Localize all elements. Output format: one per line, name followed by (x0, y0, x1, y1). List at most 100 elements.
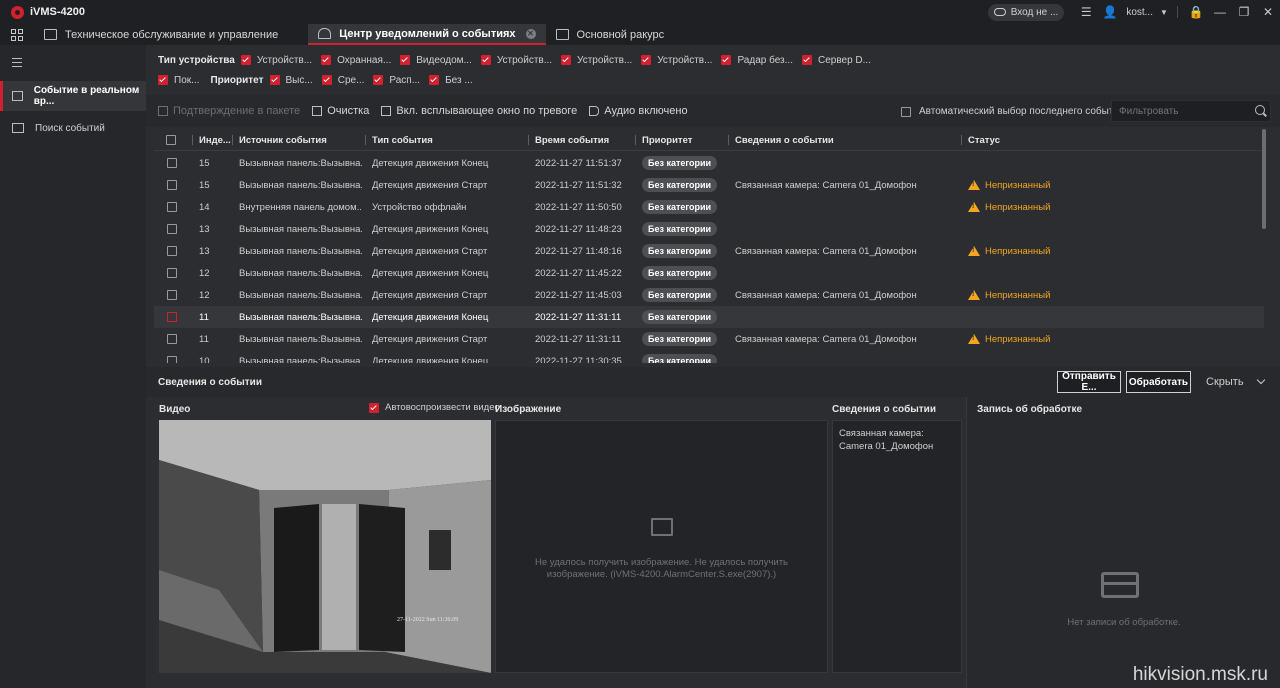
table-row[interactable]: 11 Вызывная панель:Вызывна... Детекция дви… (154, 306, 1264, 328)
column-header-status[interactable]: Статус (961, 129, 1000, 151)
minimize-icon[interactable]: — (1208, 0, 1232, 24)
device-type-checkbox[interactable]: Устройств... (480, 55, 552, 66)
table-row[interactable]: 13 Вызывная панель:Вызывна... Детекция дви… (154, 240, 1264, 262)
status-unacknowledged: Непризнанный (968, 202, 1050, 213)
search-icon[interactable] (1255, 105, 1265, 115)
column-header-index[interactable]: Инде... (192, 129, 231, 151)
user-name[interactable]: kost... (1126, 7, 1153, 18)
event-details-header: Сведения о событии Отправить E... Обрабо… (146, 367, 1280, 397)
cell-index: 12 (199, 267, 210, 279)
cell-time: 2022-11-27 11:50:50 (535, 201, 622, 213)
sidebar-item-realtime-event[interactable]: Событие в реальном вр... (0, 81, 146, 111)
device-type-checkbox[interactable]: Устройств... (240, 55, 312, 66)
menu-icon[interactable] (12, 58, 22, 70)
row-checkbox[interactable] (167, 158, 177, 168)
table-row[interactable]: 15 Вызывная панель:Вызывна... Детекция дви… (154, 152, 1264, 174)
camera-frame: 27-11-2022 Sun 11:36:09 (159, 420, 491, 673)
device-type-checkbox[interactable]: Охранная... (321, 55, 391, 66)
chevron-down-icon[interactable]: ▼ (1157, 0, 1171, 24)
send-email-button[interactable]: Отправить E... (1057, 371, 1121, 393)
row-checkbox[interactable] (167, 246, 177, 256)
column-header-priority[interactable]: Приоритет (635, 129, 692, 151)
filter-input[interactable] (1111, 100, 1271, 122)
sidebar-item-event-search[interactable]: Поиск событий (0, 113, 146, 143)
user-icon[interactable]: 👤 (1098, 0, 1122, 24)
module-grid-icon[interactable] (0, 24, 34, 45)
tab-event-center[interactable]: Центр уведомлений о событиях ✕ (308, 24, 546, 45)
cell-index: 11 (199, 333, 209, 345)
restore-icon[interactable]: ❐ (1232, 0, 1256, 24)
clear-button[interactable]: Очистка (312, 105, 369, 117)
table-row[interactable]: 10 Вызывная панель:Вызывна... Детекция дви… (154, 350, 1264, 363)
row-checkbox[interactable] (167, 290, 177, 300)
checkbox-label: Без ... (445, 74, 473, 86)
hikvision-logo-icon (11, 5, 24, 19)
priority-checkbox[interactable]: Без ... (429, 75, 473, 86)
cell-priority: Без категории (635, 328, 718, 350)
hide-button[interactable]: Скрыть (1206, 375, 1265, 388)
device-type-checkbox[interactable]: Радар без... (721, 55, 793, 66)
cell-status (961, 218, 968, 240)
table-row[interactable]: 12 Вызывная панель:Вызывна... Детекция дви… (154, 284, 1264, 306)
priority-checkbox[interactable]: Расп... (373, 75, 420, 86)
row-checkbox[interactable] (167, 334, 177, 344)
list-icon[interactable]: ☰ (1074, 0, 1098, 24)
column-header-time[interactable]: Время события (528, 129, 609, 151)
device-type-checkbox[interactable]: Сервер D... (801, 55, 871, 66)
row-checkbox[interactable] (167, 180, 177, 190)
priority-checkbox[interactable]: Выс... (269, 75, 313, 86)
close-tab-icon[interactable]: ✕ (525, 28, 536, 39)
column-header-source[interactable]: Источник события (232, 129, 327, 151)
priority-badge: Без категории (642, 156, 718, 170)
checkbox-checked-icon (373, 75, 384, 85)
close-icon[interactable]: ✕ (1256, 0, 1280, 24)
select-all-checkbox[interactable] (159, 129, 176, 151)
table-scrollbar[interactable] (1262, 129, 1266, 229)
priority-checkbox[interactable]: Сре... (321, 75, 364, 86)
login-button[interactable]: Вход не ... (987, 3, 1065, 21)
table-row[interactable]: 15 Вызывная панель:Вызывна... Детекция дви… (154, 174, 1264, 196)
lock-icon[interactable]: 🔒 (1184, 0, 1208, 24)
cell-priority: Без категории (635, 152, 718, 174)
device-type-checkbox[interactable]: Устройств... (641, 55, 712, 66)
cell-time: 2022-11-27 11:51:32 (535, 179, 622, 191)
column-header-details[interactable]: Сведения о событии (728, 129, 834, 151)
table-row[interactable]: 12 Вызывная панель:Вызывна... Детекция дви… (154, 262, 1264, 284)
batch-confirm-button[interactable]: Подтверждение в пакете (158, 105, 300, 117)
main-area: Тип устройства Устройств... Охранная... … (146, 45, 1280, 688)
row-checkbox[interactable] (167, 268, 177, 278)
row-checkbox[interactable] (167, 356, 177, 363)
audio-button[interactable]: Аудио включено (589, 105, 688, 117)
device-type-checkbox[interactable]: Видеодом... (400, 55, 472, 66)
sidebar-item-label: Событие в реальном вр... (33, 85, 140, 107)
tab-maintenance[interactable]: Техническое обслуживание и управление (34, 24, 288, 45)
cell-priority: Без категории (635, 350, 718, 363)
table-row[interactable]: 11 Вызывная панель:Вызывна... Детекция дви… (154, 328, 1264, 350)
auto-select-latest-checkbox[interactable]: Автоматический выбор последнего события (901, 106, 1124, 117)
cell-status (961, 262, 968, 284)
warning-icon (968, 202, 980, 212)
tab-main-view[interactable]: Основной ракурс (546, 24, 675, 45)
row-checkbox[interactable] (167, 202, 177, 212)
checkbox-checked-icon (269, 75, 280, 85)
cell-status (961, 152, 968, 174)
device-type-checkbox[interactable]: Пок... (158, 75, 199, 86)
autoplay-checkbox[interactable]: Автовоспроизвести видео (369, 402, 500, 413)
image-error-message: Не удалось получить изображение. Не удал… (534, 557, 788, 580)
row-checkbox[interactable] (167, 312, 177, 322)
status-unacknowledged: Непризнанный (968, 180, 1050, 191)
device-type-checkbox[interactable]: Устройств... (561, 55, 632, 66)
video-player[interactable]: 27-11-2022 Sun 11:36:09 (159, 420, 491, 673)
row-checkbox[interactable] (167, 224, 177, 234)
event-toolbar: Подтверждение в пакете Очистка Вкл. вспл… (146, 95, 1280, 127)
priority-badge: Без категории (642, 266, 718, 280)
process-button[interactable]: Обработать (1126, 371, 1191, 393)
table-row[interactable]: 13 Вызывная панель:Вызывна... Детекция дви… (154, 218, 1264, 240)
column-header-type[interactable]: Тип события (365, 129, 433, 151)
priority-badge: Без категории (642, 178, 718, 192)
device-type-filter-row: Тип устройства Устройств... Охранная... … (158, 52, 880, 68)
alarm-popup-button[interactable]: Вкл. всплывающее окно по тревоге (381, 105, 577, 117)
cell-status: Непризнанный (961, 284, 1050, 306)
table-row[interactable]: 14 Внутренняя панель домом... Устройство о… (154, 196, 1264, 218)
warning-icon (968, 334, 980, 344)
